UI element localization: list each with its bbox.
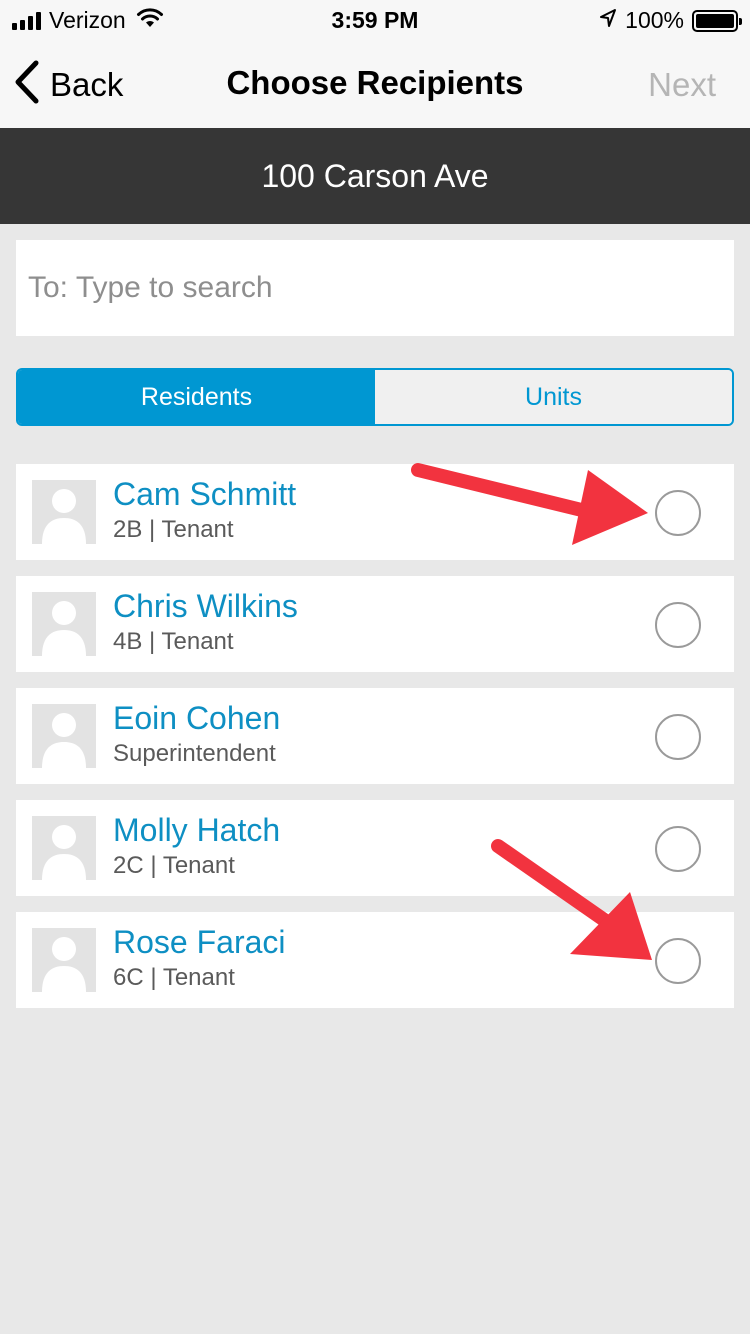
resident-name: Molly Hatch (113, 812, 281, 848)
list-item[interactable]: Molly Hatch 2C | Tenant (16, 800, 734, 896)
tab-units[interactable]: Units (375, 370, 732, 424)
residents-list: Cam Schmitt 2B | Tenant Chris Wilkins 4B… (16, 464, 734, 1024)
resident-detail: 2B | Tenant (113, 516, 234, 543)
search-field[interactable] (16, 240, 734, 336)
avatar-placeholder-icon (32, 592, 96, 656)
back-button[interactable]: Back (14, 60, 123, 109)
list-item[interactable]: Chris Wilkins 4B | Tenant (16, 576, 734, 672)
resident-detail: 4B | Tenant (113, 628, 234, 655)
chevron-left-icon (14, 60, 40, 109)
back-label: Back (50, 65, 124, 103)
select-radio[interactable] (655, 714, 701, 760)
select-radio[interactable] (655, 602, 701, 648)
avatar-placeholder-icon (32, 928, 96, 992)
list-item[interactable]: Eoin Cohen Superintendent (16, 688, 734, 784)
resident-name: Eoin Cohen (113, 700, 281, 736)
resident-name: Rose Faraci (113, 924, 286, 960)
navigation-bar: Back Choose Recipients Next (0, 40, 750, 128)
location-arrow-icon (599, 8, 617, 34)
resident-name: Chris Wilkins (113, 588, 298, 624)
resident-detail: Superintendent (113, 740, 276, 767)
tab-residents[interactable]: Residents (18, 370, 375, 424)
battery-percent: 100% (625, 7, 684, 33)
status-bar: Verizon 3:59 PM 100% (0, 0, 750, 40)
building-header: 100 Carson Ave (0, 128, 750, 224)
resident-detail: 6C | Tenant (113, 964, 235, 991)
list-item[interactable]: Cam Schmitt 2B | Tenant (16, 464, 734, 560)
avatar-placeholder-icon (32, 480, 96, 544)
list-item[interactable]: Rose Faraci 6C | Tenant (16, 912, 734, 1008)
avatar-placeholder-icon (32, 816, 96, 880)
next-button[interactable]: Next (648, 66, 716, 104)
resident-detail: 2C | Tenant (113, 852, 235, 879)
segmented-control: Residents Units (16, 368, 734, 426)
battery-icon (692, 9, 742, 32)
search-input[interactable] (16, 240, 734, 336)
select-radio[interactable] (655, 490, 701, 536)
resident-name: Cam Schmitt (113, 476, 297, 512)
select-radio[interactable] (655, 938, 701, 984)
select-radio[interactable] (655, 826, 701, 872)
avatar-placeholder-icon (32, 704, 96, 768)
